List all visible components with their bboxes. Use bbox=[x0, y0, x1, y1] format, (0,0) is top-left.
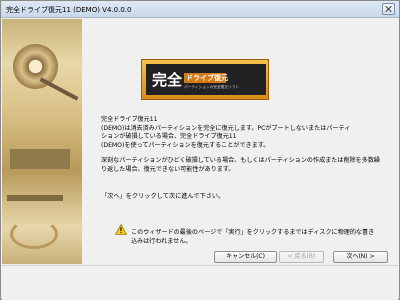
description-text-block: 完全ドライブ復元11 (DEMO)は消去済みパーティションを完全に復元します。P… bbox=[101, 116, 387, 174]
description-line: (DEMO)を使ってパーティションを復元することができます。 bbox=[101, 142, 270, 150]
banner-dark-panel: 完全 ドライブ復元 パーティションの完全復元ソフト bbox=[146, 64, 266, 95]
wizard-footer bbox=[2, 265, 398, 300]
title-bar: 完全ドライブ復元11 (DEMO) V4.0.0.0 bbox=[1, 1, 399, 18]
banner-subtitle: パーティションの完全復元ソフト bbox=[184, 85, 240, 89]
warning-icon bbox=[115, 224, 127, 235]
next-instruction: 「次へ」をクリックして次に進んで下さい。 bbox=[101, 193, 225, 200]
next-button[interactable]: 次へ(N) > bbox=[333, 251, 388, 263]
cable-icon bbox=[10, 219, 58, 249]
warning-message: このウィザードの最後のページで「実行」をクリックするまではディスクに物理的な書き… bbox=[131, 228, 381, 246]
description-line: ションが破損している場合、完全ドライブ復元11 bbox=[101, 133, 237, 141]
wizard-window: 完全ドライブ復元11 (DEMO) V4.0.0.0 完全 ドライブ復元 パーテ… bbox=[0, 0, 400, 300]
hard-disk-image bbox=[2, 19, 82, 264]
warning-line: 込みは行われません。 bbox=[131, 238, 192, 245]
banner-badge-text: ドライブ復元 bbox=[184, 73, 228, 83]
back-button[interactable]: < 戻る(B) bbox=[279, 251, 324, 263]
disk-arm-icon bbox=[39, 77, 79, 101]
warning-line: このウィザードの最後のページで「実行」をクリックするまではディスクに物理的な書き bbox=[131, 229, 375, 236]
close-button[interactable] bbox=[382, 3, 395, 15]
banner-main-text: 完全 bbox=[152, 71, 183, 89]
circuit-board-icon bbox=[10, 149, 70, 169]
cancel-button[interactable]: キャンセル(C) bbox=[214, 251, 277, 263]
damage-line: 深刻なパーティションがひどく破損している場合、もしくはパーティションの作成または… bbox=[101, 156, 381, 164]
product-banner: 完全 ドライブ復元 パーティションの完全復元ソフト bbox=[141, 59, 269, 100]
window-title: 完全ドライブ復元11 (DEMO) V4.0.0.0 bbox=[6, 6, 132, 14]
wizard-content-area: 完全 ドライブ復元 パーティションの完全復元ソフト 完全ドライブ復元11 (DE… bbox=[2, 19, 398, 264]
connector-icon bbox=[7, 195, 63, 201]
description-line: 完全ドライブ復元11 bbox=[101, 116, 158, 123]
damage-line: り返した場合、復元できない可能性があります。 bbox=[101, 165, 235, 173]
